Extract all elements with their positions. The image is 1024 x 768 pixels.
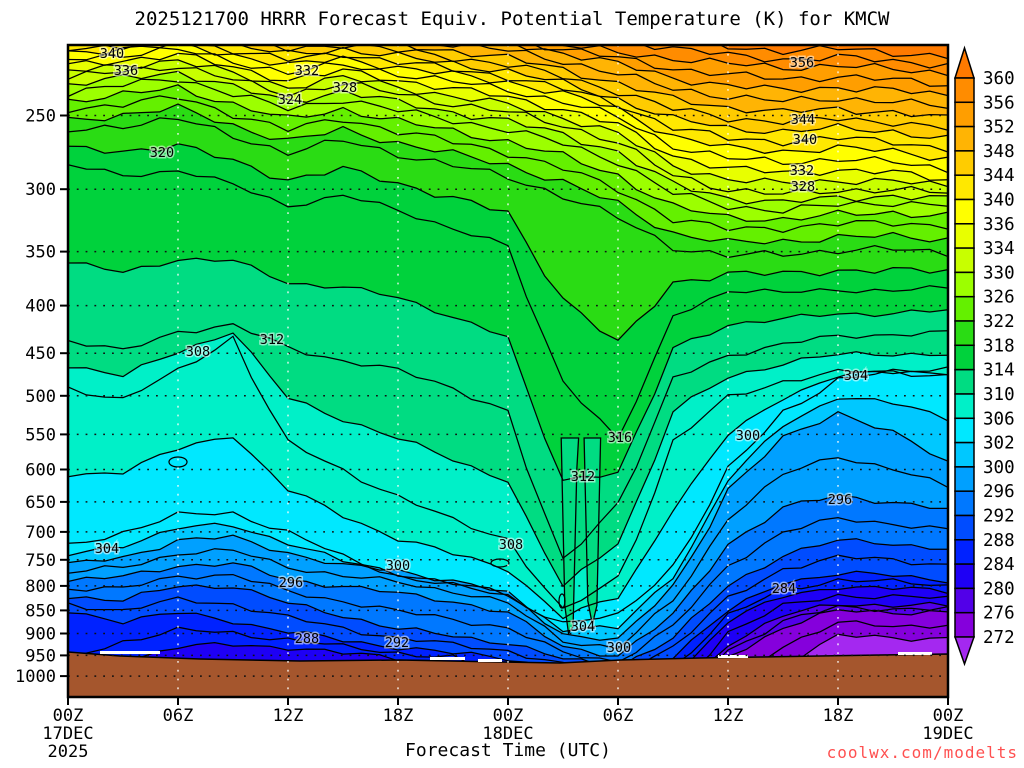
svg-text:312: 312 [260,332,284,348]
svg-text:330: 330 [983,263,1015,283]
svg-text:310: 310 [983,385,1015,405]
svg-text:304: 304 [844,368,868,384]
svg-text:850: 850 [25,601,56,621]
svg-text:296: 296 [828,492,852,508]
svg-text:17DEC: 17DEC [42,724,93,744]
svg-text:304: 304 [95,541,119,557]
svg-text:19DEC: 19DEC [922,724,973,744]
svg-text:400: 400 [25,297,56,317]
svg-text:300: 300 [983,458,1015,478]
svg-text:292: 292 [385,635,409,651]
svg-text:12Z: 12Z [713,706,744,726]
svg-text:12Z: 12Z [273,706,304,726]
svg-text:800: 800 [25,577,56,597]
svg-text:344: 344 [791,112,815,128]
svg-text:296: 296 [983,482,1015,502]
svg-text:18Z: 18Z [823,706,854,726]
svg-text:284: 284 [772,581,796,597]
svg-text:308: 308 [186,344,210,360]
watermark-link[interactable]: coolwx.com/modelts [700,743,1018,762]
svg-text:320: 320 [150,145,174,161]
svg-text:328: 328 [333,80,357,96]
colorbar-arrow-up [953,45,976,79]
svg-text:312: 312 [571,469,595,485]
svg-text:284: 284 [983,555,1015,575]
svg-text:302: 302 [983,434,1015,454]
svg-text:272: 272 [983,628,1015,648]
svg-text:300: 300 [386,558,410,574]
svg-text:322: 322 [983,312,1015,332]
svg-text:900: 900 [25,625,56,645]
svg-text:00Z: 00Z [933,706,964,726]
svg-text:356: 356 [790,55,814,71]
svg-text:288: 288 [295,631,319,647]
svg-text:300: 300 [607,640,631,656]
svg-text:340: 340 [983,191,1015,211]
svg-text:2025: 2025 [48,742,89,762]
svg-text:950: 950 [25,646,56,666]
svg-text:336: 336 [114,63,138,79]
svg-text:304: 304 [571,619,595,635]
svg-text:344: 344 [983,166,1015,186]
svg-text:00Z: 00Z [53,706,84,726]
svg-text:352: 352 [983,118,1015,138]
svg-text:300: 300 [25,180,56,200]
svg-text:316: 316 [608,430,632,446]
svg-text:306: 306 [983,409,1015,429]
svg-text:292: 292 [983,507,1015,527]
svg-text:328: 328 [791,179,815,195]
svg-text:06Z: 06Z [163,706,194,726]
colorbar-arrow-down [953,636,976,667]
svg-text:334: 334 [983,239,1015,259]
svg-text:18Z: 18Z [383,706,414,726]
x-axis-title: Forecast Time (UTC) [405,740,611,761]
svg-text:314: 314 [983,361,1015,381]
svg-text:06Z: 06Z [603,706,634,726]
svg-text:276: 276 [983,604,1015,624]
y-axis: 250 300 350 400 450 500 550 600 650 700 750 800 850 9… [15,107,68,687]
svg-text:250: 250 [25,107,56,127]
svg-text:750: 750 [25,551,56,571]
svg-text:350: 350 [25,243,56,263]
svg-text:336: 336 [983,215,1015,235]
svg-text:324: 324 [278,92,302,108]
svg-text:296: 296 [279,575,303,591]
svg-text:00Z: 00Z [493,706,524,726]
svg-text:332: 332 [295,63,319,79]
svg-text:318: 318 [983,336,1015,356]
svg-text:280: 280 [983,579,1015,599]
svg-text:340: 340 [100,46,124,62]
svg-text:332: 332 [790,163,814,179]
svg-text:348: 348 [983,142,1015,162]
svg-text:650: 650 [25,493,56,513]
svg-text:356: 356 [983,93,1015,113]
svg-text:308: 308 [499,537,523,553]
svg-text:288: 288 [983,531,1015,551]
svg-text:300: 300 [736,428,760,444]
svg-text:1000: 1000 [15,667,56,687]
svg-text:326: 326 [983,288,1015,308]
svg-text:500: 500 [25,387,56,407]
svg-text:550: 550 [25,425,56,445]
svg-text:600: 600 [25,461,56,481]
contour-plot: 340336 3323283243203563443403323283123083… [15,43,1015,762]
svg-text:450: 450 [25,344,56,364]
weather-chart-page: 2025121700 HRRR Forecast Equiv. Potentia… [0,0,1024,768]
svg-text:360: 360 [983,69,1015,89]
svg-text:340: 340 [793,132,817,148]
colorbar: 360 356 352 348 344 340 336 334 330 326 322 318 314 3… [953,45,1015,667]
svg-text:700: 700 [25,523,56,543]
